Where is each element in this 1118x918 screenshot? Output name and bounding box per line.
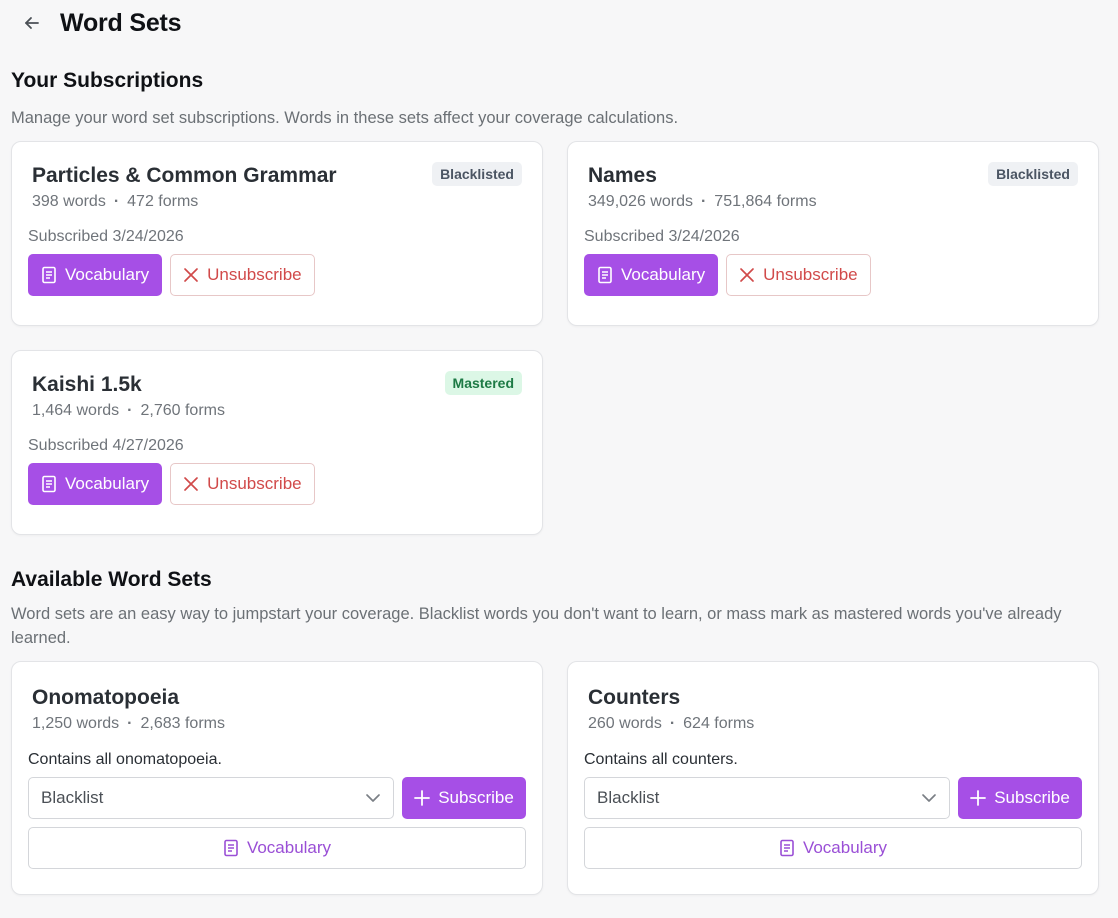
separator-dot: · (669, 715, 676, 732)
subscriptions-description: Manage your word set subscriptions. Word… (11, 109, 679, 127)
arrow-left-icon (25, 17, 39, 29)
card-title: Counters (588, 686, 681, 709)
available-title: Available Word Sets (11, 568, 212, 591)
vocabulary-label: Vocabulary (65, 474, 150, 493)
subscription-card: Kaishi 1.5k Mastered 1,464 words · 2,760 f… (11, 350, 543, 535)
status-badge: Blacklisted (432, 162, 522, 186)
close-icon (739, 267, 755, 283)
form-count: 2,683 forms (140, 715, 225, 732)
close-icon (183, 476, 199, 492)
chevron-down-icon (366, 794, 380, 802)
chevron-down-icon (922, 794, 936, 802)
status-badge: Mastered (444, 371, 522, 395)
vocabulary-label: Vocabulary (621, 265, 706, 284)
word-count: 260 words (588, 715, 662, 732)
available-grid: Onomatopoeia 1,250 words · 2,683 forms Con… (11, 661, 1107, 895)
word-count: 1,464 words (32, 402, 120, 419)
book-icon (41, 266, 57, 284)
page: Word Sets Your Subscriptions Manage your… (0, 0, 1118, 918)
form-count: 2,760 forms (140, 402, 225, 419)
card-actions: Vocabulary Unsubscribe (584, 254, 1082, 296)
vocabulary-label: Vocabulary (802, 838, 888, 857)
mode-select[interactable]: Blacklist (584, 777, 950, 819)
card-stats: 1,464 words · 2,760 forms (32, 402, 526, 420)
card-description: Contains all onomatopoeia. (28, 751, 222, 768)
subscriptions-title: Your Subscriptions (11, 69, 204, 92)
card-description: Contains all counters. (584, 751, 738, 768)
card-stats: 398 words · 472 forms (32, 193, 526, 211)
book-icon (597, 266, 613, 284)
book-icon (223, 839, 239, 857)
vocabulary-button[interactable]: Vocabulary (28, 827, 526, 869)
available-card: Onomatopoeia 1,250 words · 2,683 forms Con… (11, 661, 543, 895)
form-count: 472 forms (127, 193, 199, 210)
available-description: Word sets are an easy way to jumpstart y… (11, 605, 1062, 647)
vocabulary-button[interactable]: Vocabulary (28, 463, 163, 505)
card-stats: 1,250 words · 2,683 forms (32, 715, 526, 733)
card-title: Onomatopoeia (32, 686, 180, 709)
vocabulary-button[interactable]: Vocabulary (584, 827, 1082, 869)
mode-select[interactable]: Blacklist (28, 777, 394, 819)
unsubscribe-button[interactable]: Unsubscribe (170, 463, 315, 505)
card-actions: Vocabulary Unsubscribe (28, 254, 526, 296)
card-stats: 349,026 words · 751,864 forms (588, 193, 1082, 211)
separator-dot: · (113, 193, 120, 210)
subscription-card: Particles & Common Grammar Blacklisted 3… (11, 141, 543, 326)
subscribe-label: Subscribe (994, 788, 1070, 807)
book-icon (41, 475, 57, 493)
vocabulary-button[interactable]: Vocabulary (28, 254, 163, 296)
subscribed-date: Subscribed 4/27/2026 (28, 437, 184, 454)
separator-dot: · (700, 193, 707, 210)
word-count: 349,026 words (588, 193, 693, 210)
header: Word Sets (11, 0, 1107, 46)
plus-icon (970, 790, 987, 806)
card-stats: 260 words · 624 forms (588, 715, 1082, 733)
select-value: Blacklist (597, 788, 660, 807)
subscribe-button[interactable]: Subscribe (402, 777, 526, 819)
select-value: Blacklist (41, 788, 104, 807)
word-count: 398 words (32, 193, 106, 210)
subscriptions-grid: Particles & Common Grammar Blacklisted 3… (11, 141, 1107, 535)
form-count: 624 forms (683, 715, 755, 732)
form-count: 751,864 forms (714, 193, 817, 210)
available-card: Counters 260 words · 624 forms Contains al… (567, 661, 1099, 895)
card-actions: Vocabulary Unsubscribe (28, 463, 526, 505)
subscribed-date: Subscribed 3/24/2026 (584, 228, 740, 245)
unsubscribe-button[interactable]: Unsubscribe (726, 254, 871, 296)
unsubscribe-label: Unsubscribe (207, 265, 302, 284)
vocabulary-label: Vocabulary (246, 838, 332, 857)
unsubscribe-label: Unsubscribe (763, 265, 858, 284)
back-button[interactable] (21, 12, 43, 34)
vocabulary-button[interactable]: Vocabulary (584, 254, 719, 296)
subscription-card: Names Blacklisted 349,026 words · 751,864 … (567, 141, 1099, 326)
plus-icon (414, 790, 431, 806)
word-count: 1,250 words (32, 715, 120, 732)
subscribed-date: Subscribed 3/24/2026 (28, 228, 184, 245)
subscribe-label: Subscribe (438, 788, 514, 807)
vocabulary-label: Vocabulary (65, 265, 150, 284)
separator-dot: · (127, 402, 133, 419)
unsubscribe-label: Unsubscribe (207, 474, 302, 493)
page-title: Word Sets (60, 8, 182, 37)
separator-dot: · (127, 715, 133, 732)
unsubscribe-button[interactable]: Unsubscribe (170, 254, 315, 296)
card-actions: Blacklist Subscribe (584, 777, 1082, 819)
subscribe-button[interactable]: Subscribe (958, 777, 1082, 819)
book-icon (779, 839, 795, 857)
close-icon (183, 267, 199, 283)
status-badge: Blacklisted (988, 162, 1078, 186)
card-actions: Blacklist Subscribe (28, 777, 526, 819)
